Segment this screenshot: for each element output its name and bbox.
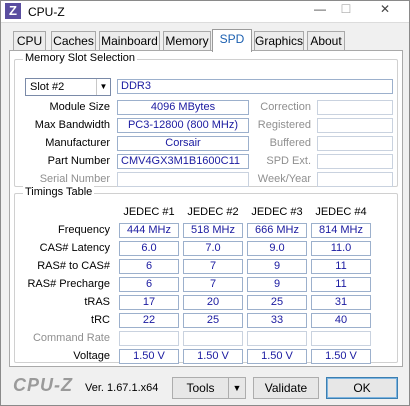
timing-cell: 1.50 V <box>183 349 243 364</box>
week-year-label: Week/Year <box>257 173 311 185</box>
manufacturer-label: Manufacturer <box>45 137 110 149</box>
buffered-label: Buffered <box>269 137 311 149</box>
spd-panel: Memory Slot Selection Slot #2 ▼ DDR3 Mod… <box>9 50 403 367</box>
timing-cell: 444 MHz <box>119 223 179 238</box>
maximize-button[interactable]: ☐ <box>333 1 359 19</box>
timing-cell: 6 <box>119 259 179 274</box>
tools-dropdown-button[interactable]: ▼ <box>228 377 246 399</box>
timing-cell: 25 <box>183 313 243 328</box>
timing-cell <box>311 331 371 346</box>
cpuz-window: Z CPU-Z — ☐ ✕ CPU Caches Mainboard Memor… <box>0 0 410 406</box>
timing-cell: 9 <box>247 259 307 274</box>
timing-cell: 40 <box>311 313 371 328</box>
manufacturer-value: Corsair <box>117 136 249 151</box>
timing-cell: 6.0 <box>119 241 179 256</box>
spd-ext-value <box>317 154 393 169</box>
title-bar[interactable]: Z CPU-Z — ☐ ✕ <box>1 1 409 23</box>
module-size-label: Module Size <box>49 101 110 113</box>
memory-slot-group-title: Memory Slot Selection <box>23 52 138 64</box>
max-bandwidth-label: Max Bandwidth <box>34 119 110 131</box>
timing-cell: 22 <box>119 313 179 328</box>
registered-value <box>317 118 393 133</box>
timing-cell: 33 <box>247 313 307 328</box>
buffered-value <box>317 136 393 151</box>
jedec-3-header: JEDEC #3 <box>251 206 303 218</box>
timing-cell: 6 <box>119 277 179 292</box>
minimize-button[interactable]: — <box>307 1 333 19</box>
tab-graphics[interactable]: Graphics <box>254 31 304 51</box>
timing-row-label: Command Rate <box>32 332 110 344</box>
timing-row-label: Voltage <box>73 350 110 362</box>
timing-cell: 25 <box>247 295 307 310</box>
timing-cell: 9.0 <box>247 241 307 256</box>
correction-label: Correction <box>260 101 311 113</box>
correction-value <box>317 100 393 115</box>
timing-cell: 7.0 <box>183 241 243 256</box>
slot-select-value: Slot #2 <box>30 81 65 93</box>
timing-cell <box>183 331 243 346</box>
jedec-1-header: JEDEC #1 <box>123 206 175 218</box>
part-number-label: Part Number <box>47 155 110 167</box>
timing-row-label: RAS# Precharge <box>27 278 110 290</box>
chevron-down-icon[interactable]: ▼ <box>96 79 110 95</box>
timing-cell: 1.50 V <box>119 349 179 364</box>
tab-memory[interactable]: Memory <box>163 31 211 51</box>
jedec-4-header: JEDEC #4 <box>315 206 367 218</box>
timing-cell: 814 MHz <box>311 223 371 238</box>
timing-cell: 9 <box>247 277 307 292</box>
spd-ext-label: SPD Ext. <box>266 155 311 167</box>
module-size-value: 4096 MBytes <box>117 100 249 115</box>
timing-cell: 1.50 V <box>311 349 371 364</box>
timing-cell: 17 <box>119 295 179 310</box>
timing-cell: 7 <box>183 259 243 274</box>
tools-button[interactable]: Tools <box>172 377 229 399</box>
week-year-value <box>317 172 393 187</box>
memory-slot-group: Memory Slot Selection Slot #2 ▼ DDR3 Mod… <box>14 52 398 187</box>
timing-row-label: tRC <box>91 314 110 326</box>
tab-cpu[interactable]: CPU <box>13 31 46 51</box>
timing-cell <box>119 331 179 346</box>
timing-cell: 11 <box>311 277 371 292</box>
timings-group-title: Timings Table <box>23 186 95 198</box>
tab-caches[interactable]: Caches <box>51 31 96 51</box>
jedec-2-header: JEDEC #2 <box>187 206 239 218</box>
validate-button[interactable]: Validate <box>253 377 319 399</box>
cpuz-logo: CPU-Z <box>13 375 73 395</box>
timing-row-label: CAS# Latency <box>39 242 110 254</box>
cpuz-app-icon: Z <box>5 3 21 19</box>
serial-number-label: Serial Number <box>39 173 110 185</box>
timing-cell: 518 MHz <box>183 223 243 238</box>
timing-cell: 11 <box>311 259 371 274</box>
tab-about[interactable]: About <box>307 31 345 51</box>
timing-cell: 666 MHz <box>247 223 307 238</box>
serial-number-value <box>117 172 249 187</box>
timing-row-label: tRAS <box>84 296 110 308</box>
timing-cell: 31 <box>311 295 371 310</box>
timings-group: Timings Table JEDEC #1 JEDEC #2 JEDEC #3… <box>14 186 398 364</box>
timing-cell <box>247 331 307 346</box>
close-button[interactable]: ✕ <box>363 1 407 19</box>
timing-cell: 1.50 V <box>247 349 307 364</box>
max-bandwidth-value: PC3-12800 (800 MHz) <box>117 118 249 133</box>
timing-cell: 11.0 <box>311 241 371 256</box>
version-label: Ver. 1.67.1.x64 <box>85 382 159 394</box>
window-title: CPU-Z <box>28 5 65 19</box>
tab-mainboard[interactable]: Mainboard <box>99 31 160 51</box>
ok-button[interactable]: OK <box>326 377 398 399</box>
tab-spd[interactable]: SPD <box>212 29 252 52</box>
slot-select[interactable]: Slot #2 ▼ <box>25 78 111 96</box>
timing-cell: 7 <box>183 277 243 292</box>
timing-row-label: RAS# to CAS# <box>37 260 110 272</box>
part-number-value: CMV4GX3M1B1600C11 <box>117 154 249 169</box>
memory-type-field: DDR3 <box>117 79 393 94</box>
registered-label: Registered <box>257 119 311 131</box>
timing-row-label: Frequency <box>58 224 110 236</box>
timing-cell: 20 <box>183 295 243 310</box>
